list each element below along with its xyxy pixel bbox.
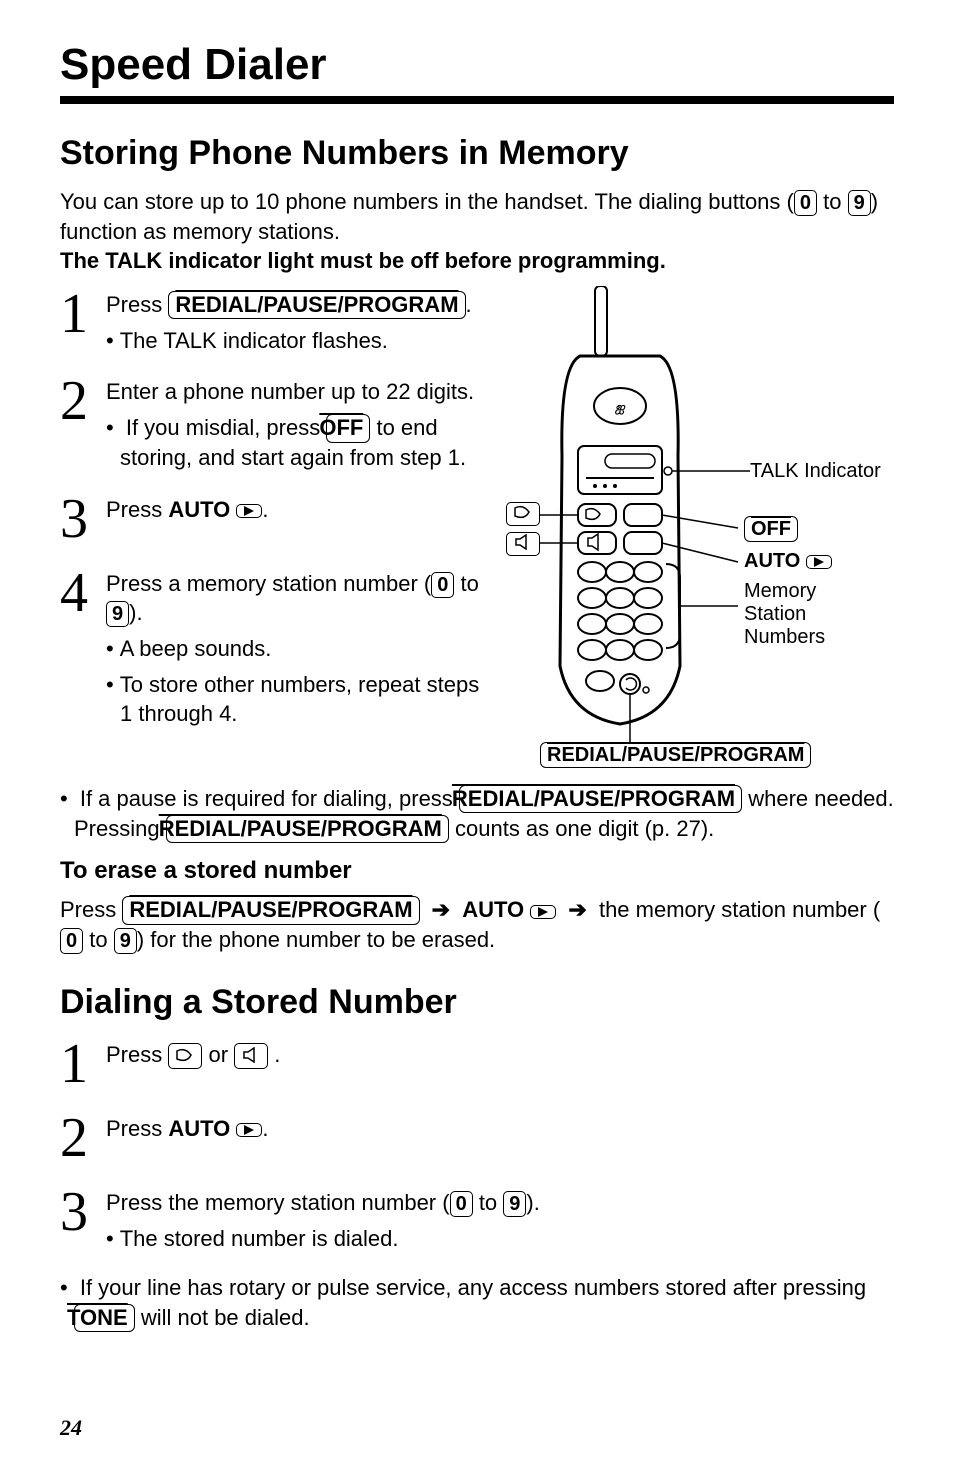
play-icon bbox=[236, 504, 262, 518]
step4-sub1: A beep sounds. bbox=[106, 634, 490, 664]
tone-key: TONE bbox=[74, 1304, 135, 1332]
pause-note: If a pause is required for dialing, pres… bbox=[60, 784, 894, 843]
digit-9-key: 9 bbox=[114, 928, 137, 954]
dial1-b: or bbox=[202, 1042, 234, 1067]
redial-pause-program-key: REDIAL/PAUSE/PROGRAM bbox=[459, 785, 742, 813]
erase-to: to bbox=[83, 927, 114, 952]
step-number: 3 bbox=[60, 1184, 106, 1240]
step1-text-b: . bbox=[466, 292, 472, 317]
redial-pause-program-key: REDIAL/PAUSE/PROGRAM bbox=[166, 815, 449, 843]
dial3-b: ). bbox=[526, 1190, 539, 1215]
step-number: 1 bbox=[60, 286, 106, 342]
callout-talk-indicator: TALK Indicator bbox=[750, 460, 881, 483]
step4-text-b: ). bbox=[129, 600, 142, 625]
callout-off: OFF bbox=[744, 516, 798, 542]
rotary-note: If your line has rotary or pulse service… bbox=[60, 1273, 894, 1332]
step1-text-a: Press bbox=[106, 292, 168, 317]
step2-sub: If you misdial, press OFF to end storing… bbox=[106, 413, 490, 472]
step-4: 4 Press a memory station number (0 to 9)… bbox=[60, 565, 490, 729]
note-c: counts as one digit (p. 27). bbox=[449, 816, 714, 841]
off-key: OFF bbox=[744, 516, 798, 542]
erase-b bbox=[420, 897, 426, 922]
step-3: 3 Press AUTO . bbox=[60, 491, 490, 547]
play-icon bbox=[806, 555, 832, 569]
page-title: Speed Dialer bbox=[60, 40, 894, 90]
erase-paragraph: Press REDIAL/PAUSE/PROGRAM ➔ AUTO ➔ the … bbox=[60, 895, 894, 954]
auto-label: AUTO bbox=[744, 550, 800, 572]
step3-text-b: . bbox=[262, 497, 268, 522]
svg-text:ஐ: ஐ bbox=[614, 400, 626, 415]
intro-bold: The TALK indicator light must be off bef… bbox=[60, 248, 666, 273]
redial-pause-program-key: REDIAL/PAUSE/PROGRAM bbox=[122, 896, 419, 924]
arrow-icon: ➔ bbox=[432, 897, 450, 922]
page-number: 24 bbox=[60, 1415, 82, 1441]
dial1-c: . bbox=[268, 1042, 280, 1067]
auto-label: AUTO bbox=[462, 897, 524, 922]
off-key: OFF bbox=[326, 414, 370, 442]
dial-step-1: 1 Press or . bbox=[60, 1036, 894, 1092]
step-number: 2 bbox=[60, 373, 106, 429]
dial3-to: to bbox=[473, 1190, 504, 1215]
step-number: 4 bbox=[60, 565, 106, 621]
intro-to: to bbox=[817, 189, 848, 214]
handset-illustration-svg: ஐ bbox=[500, 286, 870, 776]
redial-pause-program-key: REDIAL/PAUSE/PROGRAM bbox=[540, 742, 811, 768]
talk-button-icon bbox=[168, 1043, 202, 1069]
dial2-a: Press bbox=[106, 1116, 168, 1141]
speaker-button-icon bbox=[234, 1043, 268, 1069]
step-number: 2 bbox=[60, 1110, 106, 1166]
callout-redial: REDIAL/PAUSE/PROGRAM bbox=[540, 742, 811, 768]
dial-step-2: 2 Press AUTO . bbox=[60, 1110, 894, 1166]
rotary-a: If your line has rotary or pulse service… bbox=[80, 1275, 866, 1300]
dial2-b: . bbox=[262, 1116, 268, 1141]
step1-sub: The TALK indicator flashes. bbox=[106, 326, 472, 356]
play-icon bbox=[236, 1123, 262, 1137]
callout-memory-station: Memory Station Numbers bbox=[744, 580, 825, 649]
play-icon bbox=[530, 905, 556, 919]
step2-sub-a: If you misdial, press bbox=[126, 415, 327, 440]
step-number: 3 bbox=[60, 491, 106, 547]
digit-0-key: 0 bbox=[794, 190, 817, 216]
intro-text: You can store up to 10 phone numbers in … bbox=[60, 189, 794, 214]
callout-auto: AUTO bbox=[744, 550, 832, 573]
digit-9-key: 9 bbox=[106, 601, 129, 627]
handset-diagram: ஐ bbox=[500, 286, 870, 776]
title-rule bbox=[60, 96, 894, 104]
rotary-b: will not be dialed. bbox=[135, 1305, 310, 1330]
section-dialing-heading: Dialing a Stored Number bbox=[60, 983, 894, 1022]
step2-text: Enter a phone number up to 22 digits. bbox=[106, 379, 474, 404]
note-a: If a pause is required for dialing, pres… bbox=[80, 786, 459, 811]
step3-text-a: Press bbox=[106, 497, 168, 522]
redial-pause-program-key: REDIAL/PAUSE/PROGRAM bbox=[168, 291, 465, 319]
erase-d bbox=[556, 897, 562, 922]
step-1: 1 Press REDIAL/PAUSE/PROGRAM. The TALK i… bbox=[60, 286, 490, 355]
step-number: 1 bbox=[60, 1036, 106, 1092]
step4-sub2: To store other numbers, repeat steps 1 t… bbox=[106, 670, 490, 729]
step-2: 2 Enter a phone number up to 22 digits. … bbox=[60, 373, 490, 472]
arrow-icon: ➔ bbox=[568, 897, 586, 922]
section-storing-heading: Storing Phone Numbers in Memory bbox=[60, 134, 894, 173]
erase-a: Press bbox=[60, 897, 122, 922]
erase-f: ) for the phone number to be erased. bbox=[137, 927, 495, 952]
step4-to: to bbox=[454, 571, 478, 596]
digit-0-key: 0 bbox=[431, 572, 454, 598]
step4-text-a: Press a memory station number ( bbox=[106, 571, 431, 596]
talk-button-icon bbox=[506, 502, 540, 526]
speaker-button-icon bbox=[506, 532, 540, 556]
digit-0-key: 0 bbox=[450, 1191, 473, 1217]
digit-9-key: 9 bbox=[503, 1191, 526, 1217]
erase-heading: To erase a stored number bbox=[60, 857, 894, 885]
dial3-sub: The stored number is dialed. bbox=[106, 1224, 540, 1254]
digit-9-key: 9 bbox=[848, 190, 871, 216]
dial3-a: Press the memory station number ( bbox=[106, 1190, 450, 1215]
dial-step-3: 3 Press the memory station number (0 to … bbox=[60, 1184, 894, 1253]
step3-auto: AUTO bbox=[168, 497, 230, 522]
erase-e: the memory station number ( bbox=[593, 897, 880, 922]
dial1-a: Press bbox=[106, 1042, 168, 1067]
intro-paragraph: You can store up to 10 phone numbers in … bbox=[60, 187, 894, 276]
digit-0-key: 0 bbox=[60, 928, 83, 954]
auto-label: AUTO bbox=[168, 1116, 230, 1141]
